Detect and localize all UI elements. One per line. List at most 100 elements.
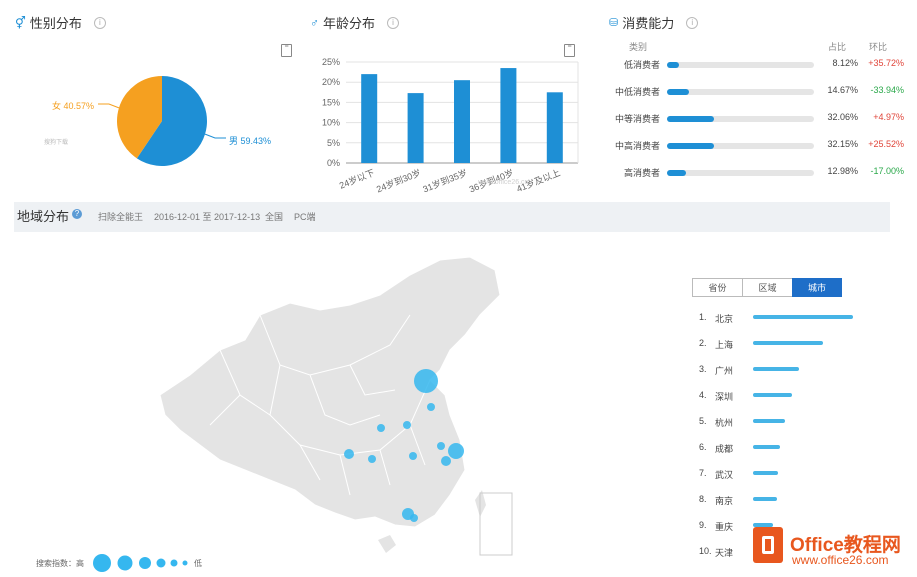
ranking-number: 9. [699,520,707,530]
bubble-wuhan [409,452,417,460]
ranking-number: 3. [699,364,707,374]
person-icon: ♂ [310,15,319,30]
ranking-row: 7. 武汉 [699,468,869,480]
ranking-row: 3. 广州 [699,364,869,376]
age-bar-chart: 0%5%10%15%20%25%24岁以下 24岁到30岁 31岁到35岁 36岁到4… [322,57,579,195]
bubble-chongqing [368,455,376,463]
wallet-icon: ⛁ [609,17,619,29]
age-bar[interactable] [546,92,563,163]
bubble-nanjing [437,442,445,450]
consumption-bar-fill [667,89,689,95]
region-date-range: 2016-12-01 至 2017-12-13 [154,212,261,222]
ranking-city: 杭州 [715,418,734,428]
office-logo-icon [753,527,783,563]
consumption-change: +35.72% [868,58,904,68]
bubble-hangzhou [441,456,451,466]
consumption-change: -33.94% [870,85,904,95]
consumption-label: 低消费者 [623,60,660,70]
consumption-bar-track [667,62,814,68]
consumption-share: 32.06% [827,112,858,122]
watermark-text: 搜狗下载 [44,140,69,146]
age-bar[interactable] [454,80,470,163]
ranking-row: 5. 杭州 [699,416,869,428]
ranking-number: 5. [699,416,707,426]
legend-circle-5 [170,559,178,567]
map-legend-low: 低 [194,559,202,568]
y-tick-label: 10% [322,118,340,128]
ranking-bar [753,471,778,475]
ranking-bar [753,497,777,501]
legend-circle-4 [156,558,166,568]
age-bar[interactable] [500,68,517,163]
region-keyword: 扫除全能王 [98,212,144,222]
male-leader-line [204,133,226,139]
legend-circle-1 [93,554,111,572]
ranking-bar [753,445,780,449]
col-header-category: 类别 [629,42,648,52]
ranking-city: 北京 [715,314,734,324]
y-tick-label: 25% [322,57,340,67]
age-bar[interactable] [407,93,424,163]
region-device: PC端 [294,212,316,222]
gender-pie-chart [98,76,226,166]
ranking-row: 2. 上海 [699,338,869,350]
ranking-city: 成都 [715,444,734,454]
info-icon[interactable]: i [686,16,699,29]
map-legend-label: 搜索指数：高 [36,559,84,568]
map-hainan [378,535,396,553]
region-title: 地域分布 [17,209,70,224]
consumption-bar-fill [667,143,715,149]
consumption-label: 中高消费者 [614,141,660,151]
ranking-number: 7. [699,468,707,478]
consumption-title: 消费能力 [622,16,675,31]
consumption-share: 14.67% [827,85,858,95]
consumption-table: 低消费者 8.12% +35.72% 中低消费者 14.67% -33.94% 中等消费者 3… [600,58,910,188]
bubble-chengdu [344,449,354,459]
ranking-number: 4. [699,390,707,400]
ranking-city: 重庆 [715,522,734,532]
region-scope: 全国 [265,212,284,222]
tab-area[interactable]: 区域 [742,278,793,297]
consumption-label: 中低消费者 [614,87,660,97]
ranking-city: 广州 [715,366,734,376]
ranking-row: 8. 南京 [699,494,869,506]
age-bar[interactable] [361,74,378,163]
consumption-share: 8.12% [832,58,858,68]
brand-url: www.office26.com [792,553,889,567]
age-title: 年龄分布 [323,16,376,31]
consumption-bar-track [667,89,814,95]
bubble-shenzhen [410,514,418,522]
consumption-bar-fill [667,170,687,176]
ranking-city: 南京 [715,496,734,506]
consumption-bar-track [667,143,814,149]
info-icon[interactable]: i [387,16,400,29]
consumption-change: +25.52% [868,139,904,149]
consumption-share: 32.15% [827,139,858,149]
tab-city[interactable]: 城市 [792,278,842,297]
legend-circle-6 [182,560,188,566]
gender-icon: ⚥ [15,15,26,30]
ranking-row: 6. 成都 [699,442,869,454]
consumption-section-title: ⛁ 消费能力 i [609,13,699,32]
china-map [159,256,513,556]
ranking-number: 8. [699,494,707,504]
help-icon[interactable]: ? [72,209,82,219]
age-watermark: www.office26.cn [477,179,529,186]
ranking-city: 武汉 [715,470,734,480]
ranking-number: 1. [699,312,707,322]
age-section-title: ♂ 年龄分布 i [310,13,400,32]
tab-province[interactable]: 省份 [692,278,743,297]
bubble-shandong [403,421,411,429]
download-doc-icon[interactable]: ≡ [281,44,292,57]
gender-title: 性别分布 [29,16,82,31]
info-icon[interactable]: i [93,16,106,29]
y-tick-label: 15% [322,97,340,107]
ranking-row: 4. 深圳 [699,390,869,402]
x-tick-label: 24岁以下 [338,167,376,191]
ranking-number: 10. [699,546,712,556]
ranking-number: 6. [699,442,707,452]
x-tick-label: 31岁到35岁 [421,167,469,195]
legend-circle-2 [117,555,133,571]
y-tick-label: 5% [327,138,340,148]
bubble-tianjin [427,403,435,411]
